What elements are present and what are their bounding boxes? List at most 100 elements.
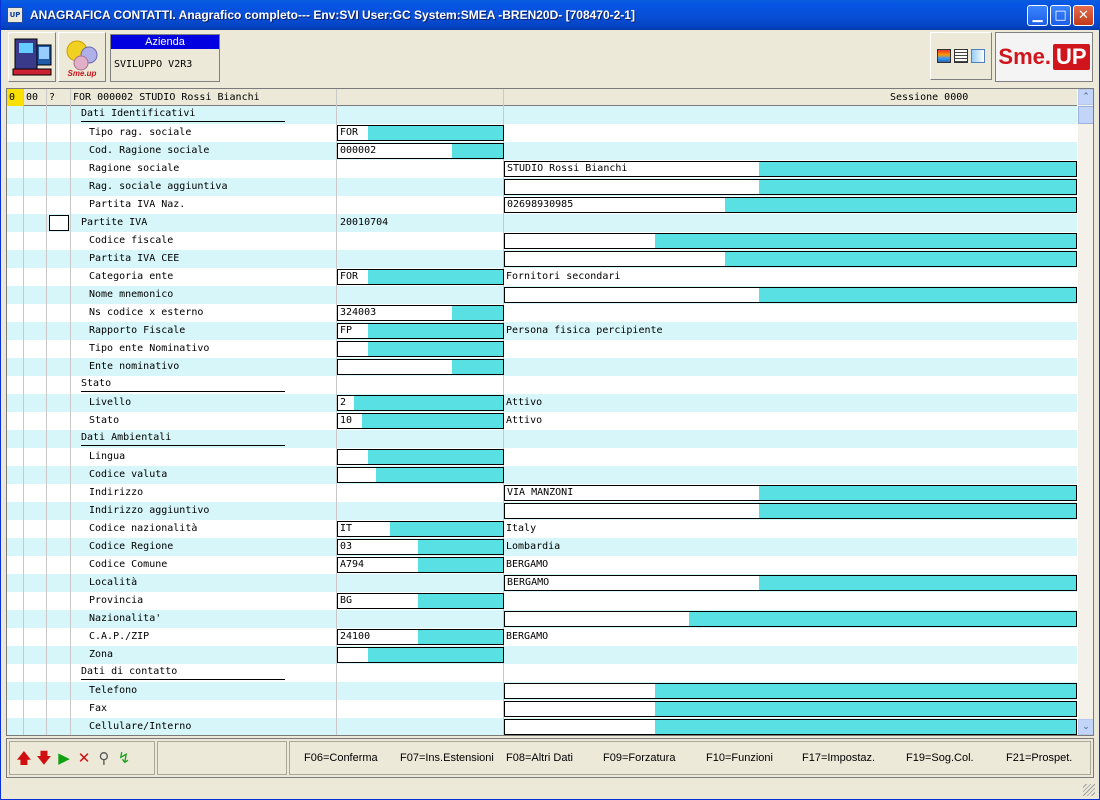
field-row[interactable]: Nome mnemonico: [7, 286, 1077, 304]
field-value-input[interactable]: [337, 467, 504, 483]
field-value-input[interactable]: 24100: [337, 629, 504, 645]
monitor-icon[interactable]: [937, 49, 951, 63]
field-row[interactable]: Tipo rag. sociale FOR: [7, 124, 1077, 142]
field-value-input[interactable]: FOR: [337, 125, 504, 141]
field-value-input[interactable]: IT: [337, 521, 504, 537]
field-row[interactable]: Fax: [7, 700, 1077, 718]
field-row[interactable]: Stato 10 Attivo: [7, 412, 1077, 430]
fkey-f07[interactable]: F07=Ins.Estensioni: [400, 742, 494, 774]
field-desc-input[interactable]: [504, 179, 1077, 195]
field-row[interactable]: Lingua: [7, 448, 1077, 466]
field-value-input[interactable]: [337, 449, 504, 465]
field-row[interactable]: Codice Regione 03 Lombardia: [7, 538, 1077, 556]
field-row[interactable]: Codice valuta: [7, 466, 1077, 484]
field-desc-input[interactable]: [504, 701, 1077, 717]
field-row[interactable]: Indirizzo VIA MANZONI: [7, 484, 1077, 502]
field-row[interactable]: Partite IVA 20010704: [7, 214, 1077, 232]
book-icon[interactable]: [971, 49, 985, 63]
document-icon[interactable]: [954, 49, 968, 63]
field-row[interactable]: Partita IVA CEE: [7, 250, 1077, 268]
field-value-input[interactable]: 324003: [337, 305, 504, 321]
field-desc-input[interactable]: [504, 233, 1077, 249]
header-col-0[interactable]: 0: [7, 89, 24, 106]
minimize-button[interactable]: ▁: [1027, 5, 1048, 26]
field-desc-input[interactable]: [504, 719, 1077, 735]
smeup-logo-button[interactable]: Sme.up: [58, 32, 106, 82]
field-row[interactable]: Ragione sociale STUDIO Rossi Bianchi: [7, 160, 1077, 178]
fkey-f17[interactable]: F17=Impostaz.: [802, 742, 875, 774]
azienda-panel[interactable]: Azienda SVILUPPO V2R3: [110, 34, 220, 82]
field-value-input[interactable]: [337, 341, 504, 357]
green-play-icon[interactable]: ▶: [56, 750, 72, 766]
red-arrow-down-icon[interactable]: 🡇: [36, 750, 52, 766]
field-row[interactable]: Nazionalita': [7, 610, 1077, 628]
fkey-f08[interactable]: F08=Altri Dati: [506, 742, 573, 774]
scroll-down-button[interactable]: ⌄: [1078, 719, 1093, 735]
field-desc-input[interactable]: [504, 683, 1077, 699]
field-row[interactable]: Ente nominativo: [7, 358, 1077, 376]
field-value-input[interactable]: 10: [337, 413, 504, 429]
red-arrow-up-icon[interactable]: 🡅: [16, 750, 32, 766]
field-row[interactable]: Codice nazionalità IT Italy: [7, 520, 1077, 538]
field-row[interactable]: Telefono: [7, 682, 1077, 700]
field-value-input[interactable]: BG: [337, 593, 504, 609]
field-row[interactable]: Provincia BG: [7, 592, 1077, 610]
field-desc-input[interactable]: STUDIO Rossi Bianchi: [504, 161, 1077, 177]
red-x-icon[interactable]: ✕: [76, 750, 92, 766]
field-row[interactable]: Ns codice x esterno 324003: [7, 304, 1077, 322]
field-value-input[interactable]: 000002: [337, 143, 504, 159]
field-row[interactable]: Zona: [7, 646, 1077, 664]
field-value-input[interactable]: 03: [337, 539, 504, 555]
close-button[interactable]: ✕: [1073, 5, 1094, 26]
magnifier-icon[interactable]: ⚲: [96, 750, 112, 766]
expand-checkbox[interactable]: [49, 215, 69, 231]
grid-cell: [24, 466, 47, 484]
field-desc-input[interactable]: [504, 251, 1077, 267]
fkey-f21[interactable]: F21=Prospet.: [1006, 742, 1072, 774]
field-row[interactable]: Livello 2 Attivo: [7, 394, 1077, 412]
field-row[interactable]: Cod. Ragione sociale 000002: [7, 142, 1077, 160]
scroll-up-button[interactable]: ⌃: [1078, 89, 1093, 105]
field-value-input[interactable]: FP: [337, 323, 504, 339]
maximize-button[interactable]: □: [1050, 5, 1071, 26]
field-desc-input[interactable]: [504, 503, 1077, 519]
field-value-input[interactable]: 2: [337, 395, 504, 411]
scroll-thumb[interactable]: [1078, 106, 1093, 124]
grid-cell: [7, 466, 24, 484]
section-header-row[interactable]: Dati di contatto: [7, 664, 1077, 682]
resize-grip[interactable]: [1083, 784, 1095, 796]
field-row[interactable]: Cellulare/Interno: [7, 718, 1077, 735]
section-header-row[interactable]: Dati Ambientali: [7, 430, 1077, 448]
fkey-f10[interactable]: F10=Funzioni: [706, 742, 773, 774]
field-row[interactable]: Tipo ente Nominativo: [7, 340, 1077, 358]
field-row[interactable]: Codice fiscale: [7, 232, 1077, 250]
field-row[interactable]: Rapporto Fiscale FP Persona fisica percipi…: [7, 322, 1077, 340]
field-desc-input[interactable]: [504, 611, 1077, 627]
fkey-f19[interactable]: F19=Sog.Col.: [906, 742, 974, 774]
field-value-input[interactable]: [337, 647, 504, 663]
green-arrow-icon[interactable]: ↯: [116, 750, 132, 766]
vertical-scrollbar[interactable]: ⌃ ⌄: [1078, 89, 1093, 735]
fkey-f09[interactable]: F09=Forzatura: [603, 742, 675, 774]
field-desc-input[interactable]: VIA MANZONI: [504, 485, 1077, 501]
header-col-00[interactable]: 00: [24, 89, 47, 106]
field-row[interactable]: Partita IVA Naz. 02698930985: [7, 196, 1077, 214]
field-desc-input[interactable]: [504, 287, 1077, 303]
field-row[interactable]: Indirizzo aggiuntivo: [7, 502, 1077, 520]
field-value-input[interactable]: [337, 359, 504, 375]
field-row[interactable]: Codice Comune A794 BERGAMO: [7, 556, 1077, 574]
field-row[interactable]: Categoria ente FOR Fornitori secondari: [7, 268, 1077, 286]
section-header-row[interactable]: Stato: [7, 376, 1077, 394]
header-col-help[interactable]: ?: [47, 89, 71, 106]
field-value-input[interactable]: FOR: [337, 269, 504, 285]
field-desc-input[interactable]: BERGAMO: [504, 575, 1077, 591]
field-value-input[interactable]: A794: [337, 557, 504, 573]
field-row[interactable]: Località BERGAMO: [7, 574, 1077, 592]
field-desc-input[interactable]: 02698930985: [504, 197, 1077, 213]
computer-icon-button[interactable]: [8, 32, 56, 82]
title-bar[interactable]: UP ANAGRAFICA CONTATTI. Anagrafico compl…: [1, 0, 1100, 30]
field-row[interactable]: C.A.P./ZIP 24100 BERGAMO: [7, 628, 1077, 646]
section-header-row[interactable]: Dati Identificativi: [7, 106, 1077, 124]
fkey-f06[interactable]: F06=Conferma: [304, 742, 378, 774]
field-row[interactable]: Rag. sociale aggiuntiva: [7, 178, 1077, 196]
